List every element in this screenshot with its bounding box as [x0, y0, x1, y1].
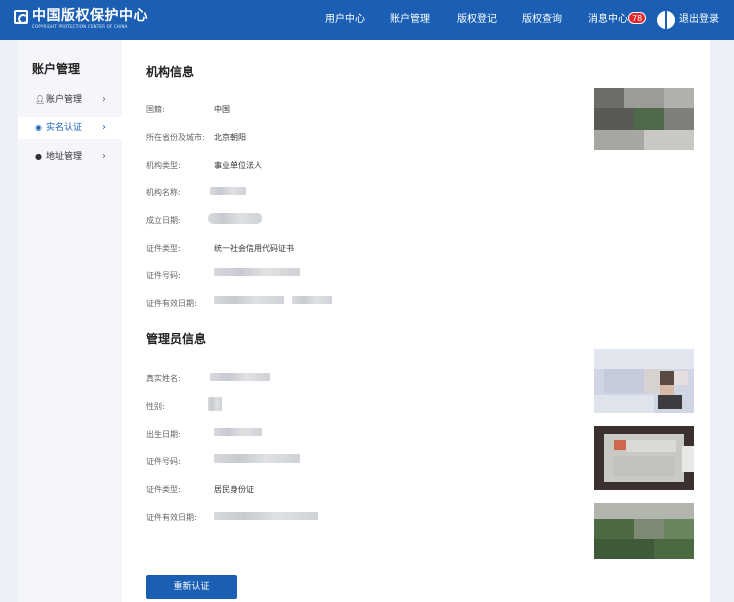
sidebar-item-label: 实名认证: [46, 123, 83, 133]
redacted-value: [214, 296, 284, 304]
verified-icon: ◉: [35, 123, 42, 132]
field-label: 真实姓名:: [146, 374, 181, 383]
field-label: 证件号码:: [146, 271, 181, 280]
redacted-value: [210, 373, 270, 381]
redacted-value: [214, 454, 300, 463]
user-icon: 👤︎: [35, 95, 46, 104]
redacted-value: [214, 512, 318, 520]
field-value: 北京朝阳: [214, 133, 246, 142]
business-license-photo[interactable]: [594, 88, 694, 150]
redacted-value: [214, 428, 262, 436]
chevron-right-icon: ›: [102, 151, 106, 162]
field-label: 证件有效日期:: [146, 299, 197, 308]
org-info-title: 机构信息: [146, 65, 195, 79]
admin-info-title: 管理员信息: [146, 332, 207, 346]
field-label: 性别:: [146, 402, 165, 411]
location-pin-icon: ●: [35, 152, 42, 161]
nav-copyright-query[interactable]: 版权查询: [522, 0, 562, 40]
nav-user-center[interactable]: 用户中心: [325, 0, 365, 40]
field-label: 所在省份及城市:: [146, 133, 205, 142]
field-label: 国籍:: [146, 105, 165, 114]
logo-text: 中国版权保护中心 COPYRIGHT PROTECTION CENTER OF …: [32, 8, 148, 30]
id-card-front-photo[interactable]: [594, 349, 694, 413]
sidebar-item-address-management[interactable]: ● 地址管理 ›: [18, 146, 122, 168]
reverify-button[interactable]: 重新认证: [146, 575, 237, 599]
avatar[interactable]: [657, 11, 675, 29]
field-label: 出生日期:: [146, 430, 181, 439]
sidebar-item-account-management[interactable]: 👤︎ 账户管理 ›: [18, 89, 122, 111]
chevron-right-icon: ›: [102, 122, 106, 133]
field-label: 证件类型:: [146, 244, 181, 253]
nav-message-center[interactable]: 消息中心: [588, 0, 628, 40]
sidebar-item-label: 账户管理: [46, 95, 83, 105]
logout-link[interactable]: 退出登录: [679, 0, 719, 40]
field-label: 证件有效日期:: [146, 513, 197, 522]
field-label: 证件类型:: [146, 485, 181, 494]
field-label: 证件号码:: [146, 457, 181, 466]
message-count-badge: 78: [628, 12, 647, 24]
nav-account-management[interactable]: 账户管理: [390, 0, 430, 40]
nav-copyright-registration[interactable]: 版权登记: [457, 0, 497, 40]
redacted-value: [292, 296, 332, 304]
sidebar-title: 账户管理: [32, 62, 81, 76]
field-value: 居民身份证: [214, 485, 254, 494]
logo-title: 中国版权保护中心: [32, 8, 148, 24]
field-label: 机构名称:: [146, 188, 181, 197]
redacted-value: [210, 187, 246, 195]
handheld-id-photo[interactable]: [594, 503, 694, 559]
chevron-right-icon: ›: [102, 94, 106, 105]
field-label: 机构类型:: [146, 161, 181, 170]
redacted-value: [208, 213, 262, 224]
site-logo[interactable]: 中国版权保护中心 COPYRIGHT PROTECTION CENTER OF …: [14, 9, 148, 31]
sidebar-item-real-name-verification[interactable]: ◉ 实名认证 ›: [18, 117, 122, 139]
field-value: 中国: [214, 105, 230, 114]
field-value: 事业单位法人: [214, 161, 262, 170]
copyright-logo-icon: [14, 10, 28, 24]
redacted-value: [208, 397, 222, 411]
field-label: 成立日期:: [146, 216, 181, 225]
field-value: 统一社会信用代码证书: [214, 244, 294, 253]
sidebar-item-label: 地址管理: [46, 152, 83, 162]
logo-subtitle: COPYRIGHT PROTECTION CENTER OF CHINA: [32, 24, 128, 29]
redacted-value: [214, 268, 300, 276]
id-card-back-photo[interactable]: [594, 426, 694, 490]
